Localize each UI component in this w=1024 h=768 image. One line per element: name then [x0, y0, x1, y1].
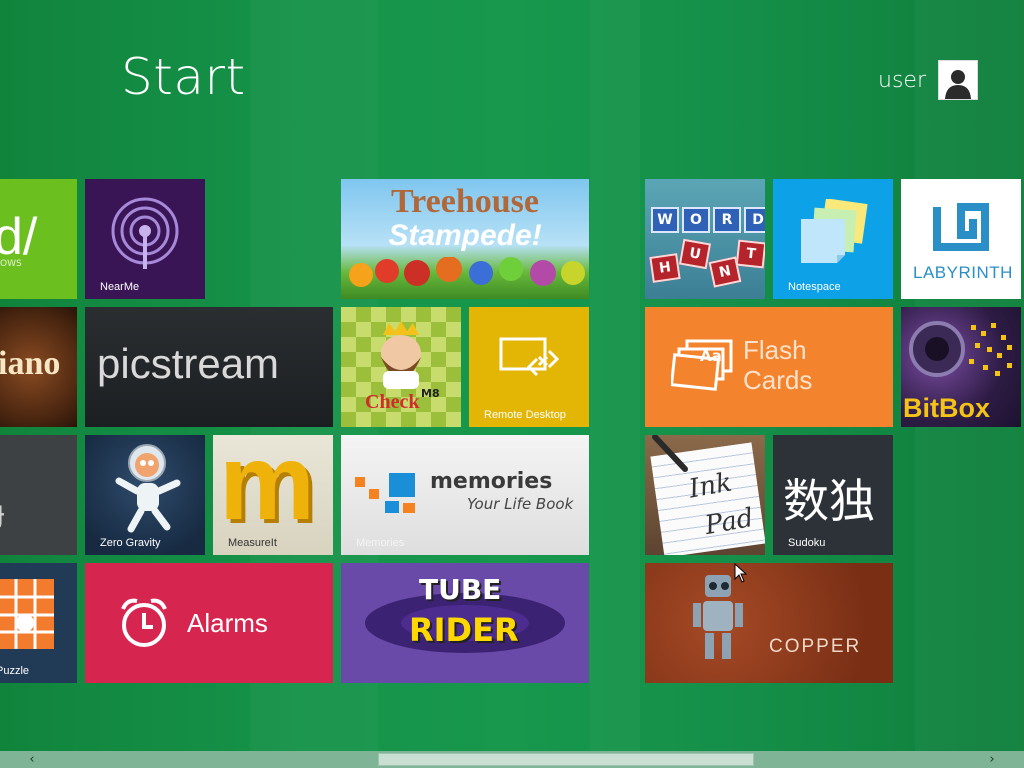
- tile-zero-gravity[interactable]: Zero Gravity: [85, 435, 205, 555]
- tile-bitbox-label: BitBox: [903, 393, 990, 423]
- treehouse-characters-icon: [349, 257, 585, 287]
- word-hunt-letter: O: [682, 207, 710, 233]
- tile-inkpad[interactable]: Ink Pad: [645, 435, 765, 555]
- pen-icon: [652, 435, 688, 472]
- tile-remote-desktop-label: Remote Desktop: [484, 409, 566, 421]
- tile-sudoku[interactable]: 数独 Sudoku: [773, 435, 893, 555]
- tile-alarms-label: Alarms: [187, 608, 268, 638]
- tile-puzzle-label: Puzzle: [0, 665, 30, 677]
- tile-piano[interactable]: iano: [0, 307, 77, 427]
- tile-measureit-label: MeasureIt: [228, 537, 277, 549]
- tile-green-app[interactable]: d/ OWS: [0, 179, 77, 299]
- user-avatar-icon[interactable]: [938, 60, 978, 100]
- tile-dark-app[interactable]: ɟ: [0, 435, 77, 555]
- treehouse-title-line1: Treehouse: [391, 183, 539, 220]
- tile-copper-label: COPPER: [769, 636, 862, 657]
- memories-subtitle: Your Life Book: [467, 495, 574, 513]
- tile-checkm8[interactable]: Check M8: [341, 307, 461, 427]
- tile-nearme-label: NearMe: [100, 281, 140, 293]
- memories-logo-icon: [355, 473, 415, 513]
- tile-dark-app-glyph: ɟ: [0, 495, 5, 530]
- treehouse-title-line2: Stampede!: [388, 219, 542, 252]
- scroll-left-arrow-icon[interactable]: ‹: [24, 751, 40, 768]
- flash-cards-title-line1: Flash: [743, 335, 807, 365]
- tile-word-hunt[interactable]: W O R D H U N T: [645, 179, 765, 299]
- tile-piano-title: iano: [0, 345, 61, 382]
- tile-memories-label: Memories: [356, 537, 405, 549]
- tile-memories[interactable]: memories Your Life Book Memories: [341, 435, 589, 555]
- bitbox-speaker-icon: [909, 321, 1012, 377]
- tile-green-app-sublabel: OWS: [0, 259, 22, 269]
- word-hunt-letter: R: [713, 207, 741, 233]
- memories-title: memories: [430, 469, 553, 494]
- astronaut-icon: [115, 444, 181, 533]
- word-hunt-letter: H: [649, 253, 681, 283]
- tile-labyrinth[interactable]: LABYRINTH: [901, 179, 1021, 299]
- labyrinth-logo-icon: [933, 203, 989, 251]
- tile-copper[interactable]: COPPER: [645, 563, 893, 683]
- word-hunt-letter: T: [735, 239, 765, 269]
- tile-labyrinth-label: LABYRINTH: [913, 263, 1013, 282]
- measureit-logo-icon: m: [219, 435, 316, 542]
- word-hunt-letter: U: [678, 238, 712, 270]
- tile-checkm8-suffix: M8: [421, 387, 440, 400]
- tile-puzzle[interactable]: Puzzle: [0, 563, 77, 683]
- word-hunt-letter: W: [651, 207, 679, 233]
- scroll-thumb[interactable]: [378, 753, 754, 766]
- tile-checkm8-title: Check: [365, 391, 420, 413]
- tile-measureit[interactable]: m MeasureIt: [213, 435, 333, 555]
- tile-tube-rider[interactable]: TUBE RIDER: [341, 563, 589, 683]
- nearme-icon: [111, 197, 179, 269]
- tube-rider-line2: RIDER: [409, 611, 519, 649]
- remote-desktop-icon: [499, 337, 560, 377]
- page-title: Start: [121, 48, 246, 106]
- tile-notespace[interactable]: Notespace: [773, 179, 893, 299]
- copper-robot-icon: [693, 575, 743, 659]
- flash-cards-icon-text: Aa: [700, 347, 722, 365]
- mouse-cursor-icon: [734, 563, 748, 583]
- user-name: user: [878, 67, 926, 93]
- tile-alarms[interactable]: Alarms: [85, 563, 333, 683]
- chess-king-icon: [381, 321, 421, 389]
- scroll-right-arrow-icon[interactable]: ›: [984, 751, 1000, 768]
- tile-treehouse-stampede[interactable]: Treehouse Stampede!: [341, 179, 589, 299]
- tube-rider-line1: TUBE: [419, 573, 502, 606]
- puzzle-grid-icon: [0, 579, 54, 649]
- tile-picstream-title: picstream: [97, 340, 280, 387]
- horizontal-scrollbar[interactable]: ‹ ›: [0, 751, 1024, 768]
- sticky-notes-icon: [801, 199, 868, 263]
- flash-cards-title-line2: Cards: [743, 365, 813, 395]
- tile-sudoku-label: Sudoku: [788, 537, 826, 549]
- tile-remote-desktop[interactable]: Remote Desktop: [469, 307, 589, 427]
- tile-nearme[interactable]: NearMe: [85, 179, 205, 299]
- tile-flash-cards[interactable]: Aa Flash Cards: [645, 307, 893, 427]
- user-account[interactable]: user: [878, 60, 978, 100]
- tile-zero-gravity-label: Zero Gravity: [100, 537, 161, 549]
- word-hunt-letters-bottom: H U N T: [649, 238, 765, 297]
- tile-bitbox[interactable]: BitBox: [901, 307, 1021, 427]
- alarm-clock-icon: [121, 598, 167, 647]
- word-hunt-letter: D: [744, 207, 765, 233]
- tile-picstream[interactable]: picstream: [85, 307, 333, 427]
- sudoku-glyphs: 数独: [783, 474, 875, 528]
- tile-green-app-logo: d/: [0, 208, 38, 266]
- word-hunt-letters-top: W O R D: [651, 207, 765, 233]
- tile-notespace-label: Notespace: [788, 281, 841, 293]
